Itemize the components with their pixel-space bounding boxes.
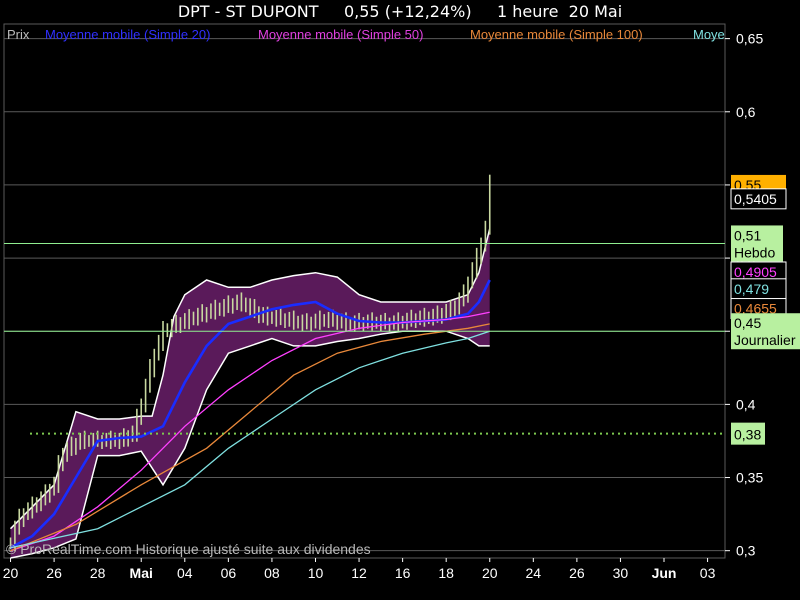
y-tick-label: 0,3 bbox=[736, 543, 756, 559]
x-tick-label: 28 bbox=[90, 565, 106, 581]
level-badge-value: 0,38 bbox=[734, 427, 761, 443]
x-tick-label: 16 bbox=[395, 565, 411, 581]
y-tick-label: 0,6 bbox=[736, 104, 756, 120]
x-tick-label: 30 bbox=[613, 565, 629, 581]
level-badge-name: Hebdo bbox=[734, 244, 775, 260]
x-tick-label: 04 bbox=[177, 565, 193, 581]
price-chart[interactable]: 0,650,60,550,50,450,40,350,3 202628Mai04… bbox=[0, 0, 800, 600]
legend-item: Moyenne mobile (Simple 20) bbox=[45, 27, 210, 42]
x-tick-label: 18 bbox=[438, 565, 454, 581]
x-tick-label: 20 bbox=[3, 565, 19, 581]
price-badge-label: 0,4905 bbox=[734, 264, 777, 280]
legend-item: Moyenne mobile (Simple 50) bbox=[258, 27, 423, 42]
level-badge-value: 0,51 bbox=[734, 227, 761, 243]
y-tick-label: 0,65 bbox=[736, 31, 763, 47]
x-tick-label: Jun bbox=[652, 565, 677, 581]
price-badge-label: 0,5405 bbox=[734, 191, 777, 207]
y-tick-label: 0,35 bbox=[736, 470, 763, 486]
x-tick-label: 03 bbox=[700, 565, 716, 581]
legend: Prix Moyenne mobile (Simple 20) Moyenne mo… bbox=[7, 27, 725, 42]
x-tick-label: 10 bbox=[308, 565, 324, 581]
y-tick-label: 0,4 bbox=[736, 396, 756, 412]
level-badge-name: Journalier bbox=[734, 332, 796, 348]
legend-item: Moyenne mobile (Simple 100) bbox=[470, 27, 643, 42]
price-badge-label: 0,479 bbox=[734, 281, 769, 297]
watermark: © ProRealTime.com Historique ajusté suit… bbox=[6, 541, 371, 557]
legend-item: Prix bbox=[7, 27, 30, 42]
level-badge-value: 0,45 bbox=[734, 315, 761, 331]
x-tick-label: 12 bbox=[351, 565, 367, 581]
x-tick-label: 06 bbox=[221, 565, 237, 581]
x-tick-label: 08 bbox=[264, 565, 280, 581]
x-tick-label: Mai bbox=[130, 565, 153, 581]
x-tick-label: 26 bbox=[569, 565, 585, 581]
x-tick-label: 24 bbox=[526, 565, 542, 581]
x-tick-label: 26 bbox=[46, 565, 62, 581]
x-tick-label: 20 bbox=[482, 565, 498, 581]
legend-item: Moye bbox=[693, 27, 725, 42]
x-axis: 20 26 28 Mai 04 06 08 10 12 16 18 20 24 26 30 Jun 03 bbox=[3, 558, 716, 581]
